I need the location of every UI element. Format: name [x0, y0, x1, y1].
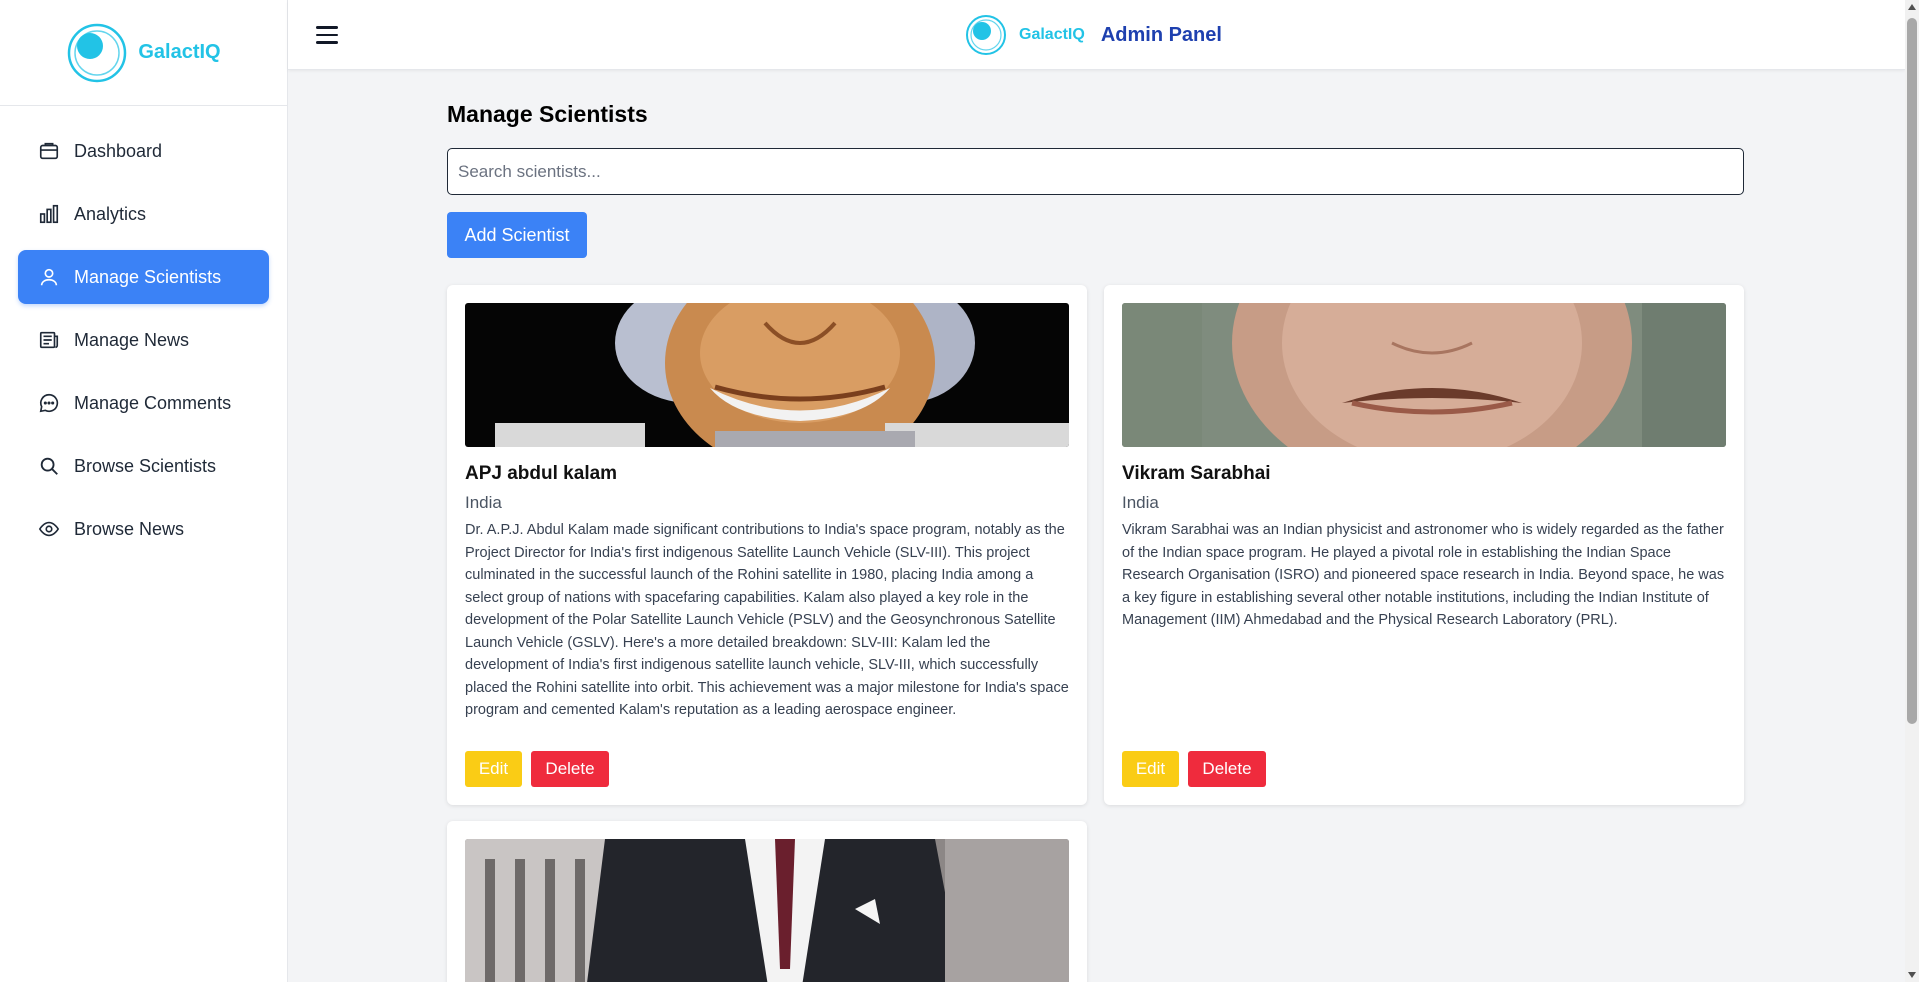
- scientist-card: [447, 821, 1087, 982]
- sidebar-brand[interactable]: GalactIQ: [0, 0, 287, 106]
- scroll-down-icon[interactable]: [1908, 972, 1916, 978]
- portrait-image: [465, 303, 1069, 447]
- sidebar-item-label: Dashboard: [74, 140, 163, 161]
- sidebar-item-label: Analytics: [74, 203, 147, 224]
- bar-chart-icon: [39, 204, 59, 224]
- delete-button[interactable]: Delete: [1188, 751, 1266, 787]
- sidebar-item-label: Manage Scientists: [74, 266, 222, 287]
- header-brand: GalactIQ Admin Panel: [965, 14, 1222, 56]
- sidebar-item-manage-comments[interactable]: Manage Comments: [18, 376, 269, 430]
- sidebar-brand-name: GalactIQ: [138, 41, 221, 63]
- edit-button[interactable]: Edit: [465, 751, 522, 787]
- scientist-description: Dr. A.P.J. Abdul Kalam made significant …: [465, 522, 1069, 718]
- main-content: Manage Scientists Add Scientist APJ abdu…: [447, 70, 1744, 982]
- sidebar-nav: Dashboard Analytics Manage Scientists Ma…: [0, 106, 287, 556]
- newspaper-icon: [39, 331, 59, 349]
- page-title: Manage Scientists: [447, 101, 648, 127]
- scientist-card: APJ abdul kalam India Dr. A.P.J. Abdul K…: [447, 285, 1087, 805]
- user-icon: [40, 268, 58, 286]
- card-actions: Edit Delete: [465, 751, 1069, 787]
- comment-icon: [39, 393, 59, 413]
- sidebar-item-label: Manage Comments: [74, 392, 232, 413]
- sidebar-item-browse-news[interactable]: Browse News: [18, 502, 269, 556]
- scientist-description: Vikram Sarabhai was an Indian physicist …: [1122, 522, 1725, 628]
- hamburger-menu-icon[interactable]: [316, 21, 344, 49]
- scientist-photo: [465, 303, 1069, 447]
- scientist-card: Vikram Sarabhai India Vikram Sarabhai wa…: [1104, 285, 1744, 805]
- scientist-name: Vikram Sarabhai: [1122, 463, 1271, 484]
- search-input[interactable]: [447, 148, 1744, 195]
- portrait-image: [465, 839, 1069, 982]
- page-scrollbar[interactable]: [1905, 0, 1919, 982]
- sidebar-item-browse-scientists[interactable]: Browse Scientists: [18, 439, 269, 493]
- galactiq-logo-icon: [966, 15, 1006, 55]
- sidebar-item-analytics[interactable]: Analytics: [18, 187, 269, 241]
- sidebar-item-label: Browse Scientists: [74, 455, 217, 476]
- scrollbar-thumb[interactable]: [1907, 18, 1917, 724]
- scientist-name: APJ abdul kalam: [465, 463, 618, 484]
- scroll-up-icon[interactable]: [1908, 4, 1916, 10]
- sidebar-item-manage-scientists[interactable]: Manage Scientists: [18, 250, 269, 304]
- eye-icon: [38, 521, 60, 537]
- sidebar-item-dashboard[interactable]: Dashboard: [18, 124, 269, 178]
- scientist-country: India: [465, 493, 502, 512]
- sidebar: GalactIQ Dashboard Analytics Manage Scie…: [0, 0, 288, 982]
- galactiq-logo-icon: [68, 23, 127, 82]
- edit-button[interactable]: Edit: [1122, 751, 1179, 787]
- sidebar-item-label: Browse News: [74, 518, 185, 539]
- search-icon: [40, 457, 58, 475]
- sidebar-item-manage-news[interactable]: Manage News: [18, 313, 269, 367]
- scientist-country: India: [1122, 493, 1159, 512]
- delete-button[interactable]: Delete: [531, 751, 609, 787]
- header-brand-name: GalactIQ: [1019, 26, 1085, 43]
- top-header: GalactIQ Admin Panel: [288, 0, 1905, 70]
- sidebar-item-label: Manage News: [74, 329, 190, 350]
- scientist-photo: [465, 839, 1069, 982]
- card-actions: Edit Delete: [1122, 751, 1726, 787]
- portrait-image: [1122, 303, 1726, 447]
- dashboard-icon: [39, 142, 59, 160]
- header-title: Admin Panel: [1100, 23, 1222, 46]
- scientist-photo: [1122, 303, 1726, 447]
- add-scientist-button[interactable]: Add Scientist: [447, 212, 587, 258]
